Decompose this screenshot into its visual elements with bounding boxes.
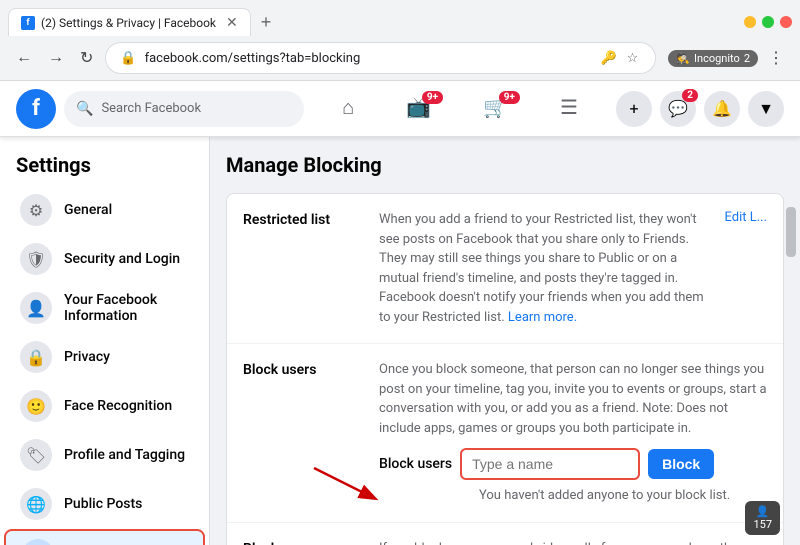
- facebook-info-icon: 👤: [20, 292, 52, 324]
- active-tab[interactable]: f (2) Settings & Privacy | Facebook ✕: [8, 8, 251, 36]
- settings-sidebar: Settings ⚙ General 🛡 Security and Login …: [0, 137, 210, 545]
- search-box[interactable]: 🔍 Search Facebook: [64, 91, 304, 127]
- window-minimize-button[interactable]: [744, 16, 756, 28]
- sidebar-label-facebook-info: Your Facebook Information: [64, 292, 189, 324]
- nav-center: ⌂ 📺 9+ 🛒 9+ ☰: [312, 87, 608, 131]
- sidebar-label-general: General: [64, 202, 112, 218]
- floating-badge: 👤 157: [745, 501, 780, 535]
- security-icon: 🛡: [20, 243, 52, 275]
- notifications-button[interactable]: 🔔: [704, 91, 740, 127]
- sidebar-item-face-recognition[interactable]: 🙂 Face Recognition: [4, 382, 205, 430]
- nav-marketplace[interactable]: 🛒 9+: [459, 87, 532, 131]
- profile-tagging-icon: 🏷: [20, 439, 52, 471]
- facebook-navbar: f 🔍 Search Facebook ⌂ 📺 9+ 🛒 9+ ☰ + 💬 2 …: [0, 81, 800, 137]
- key-icon: 🔑: [597, 48, 619, 69]
- incognito-label: Incognito: [694, 52, 740, 65]
- window-close-button[interactable]: [780, 16, 792, 28]
- block-messages-text: If you block messages and video calls fr…: [379, 541, 748, 545]
- facebook-logo[interactable]: f: [16, 89, 56, 129]
- nav-right: + 💬 2 🔔 ▼: [616, 91, 784, 127]
- main-content: Manage Blocking Restricted list When you…: [210, 137, 800, 545]
- general-icon: ⚙: [20, 194, 52, 226]
- lock-icon: 🔒: [120, 51, 136, 66]
- tab-close-button[interactable]: ✕: [226, 15, 238, 31]
- url-text: facebook.com/settings?tab=blocking: [145, 51, 590, 66]
- badge-icon: 👤: [756, 505, 770, 518]
- window-maximize-button[interactable]: [762, 16, 774, 28]
- browser-menu-button[interactable]: ⋮: [764, 44, 788, 72]
- restricted-list-text: When you add a friend to your Restricted…: [379, 212, 704, 325]
- search-icon: 🔍: [76, 101, 93, 117]
- sidebar-item-general[interactable]: ⚙ General: [4, 186, 205, 234]
- restricted-list-learn-more[interactable]: Learn more.: [508, 310, 577, 325]
- blocking-card: Restricted list When you add a friend to…: [226, 193, 784, 545]
- sidebar-label-face-recognition: Face Recognition: [64, 398, 172, 414]
- main-layout: Settings ⚙ General 🛡 Security and Login …: [0, 137, 800, 545]
- sidebar-label-security: Security and Login: [64, 251, 180, 267]
- watch-badge: 9+: [422, 91, 443, 104]
- sidebar-label-public-posts: Public Posts: [64, 496, 142, 512]
- block-input-label: Block users: [379, 454, 452, 475]
- restricted-list-edit[interactable]: Edit L...: [724, 210, 767, 327]
- nav-home[interactable]: ⌂: [318, 87, 378, 131]
- reload-button[interactable]: ↻: [76, 44, 97, 72]
- sidebar-item-public-posts[interactable]: 🌐 Public Posts: [4, 480, 205, 528]
- messenger-badge: 2: [682, 89, 698, 102]
- sidebar-item-security[interactable]: 🛡 Security and Login: [4, 235, 205, 283]
- incognito-icon: 🕵: [676, 52, 690, 65]
- address-bar[interactable]: 🔒 facebook.com/settings?tab=blocking 🔑 ☆: [105, 42, 656, 74]
- block-users-section: Block users Once you block someone, that…: [227, 344, 783, 523]
- block-messages-content: If you block messages and video calls fr…: [379, 539, 767, 545]
- face-recognition-icon: 🙂: [20, 390, 52, 422]
- tab-title: (2) Settings & Privacy | Facebook: [41, 16, 216, 30]
- block-input-container: Block users Block You haven't added anyo…: [379, 448, 767, 506]
- block-messages-label: Block messages: [243, 539, 363, 545]
- red-arrow: [309, 463, 389, 513]
- search-placeholder: Search Facebook: [101, 101, 201, 116]
- nav-watch[interactable]: 📺 9+: [382, 87, 455, 131]
- page-title: Manage Blocking: [226, 153, 784, 177]
- messenger-button[interactable]: 💬 2: [660, 91, 696, 127]
- sidebar-item-blocking[interactable]: 🚫 Blocking: [4, 529, 205, 545]
- new-tab-button[interactable]: +: [255, 12, 278, 33]
- scrollbar-thumb[interactable]: [786, 207, 796, 257]
- restricted-list-content: When you add a friend to your Restricted…: [379, 210, 708, 327]
- sidebar-item-your-facebook-info[interactable]: 👤 Your Facebook Information: [4, 284, 205, 332]
- block-users-content: Once you block someone, that person can …: [379, 360, 767, 506]
- sidebar-label-privacy: Privacy: [64, 349, 110, 365]
- tab-favicon: f: [21, 16, 35, 30]
- incognito-count: 2: [744, 52, 750, 65]
- account-menu-button[interactable]: ▼: [748, 91, 784, 127]
- create-button[interactable]: +: [616, 91, 652, 127]
- block-users-description: Once you block someone, that person can …: [379, 360, 767, 438]
- block-button[interactable]: Block: [648, 449, 714, 479]
- privacy-icon: 🔒: [20, 341, 52, 373]
- sidebar-item-profile-tagging[interactable]: 🏷 Profile and Tagging: [4, 431, 205, 479]
- back-button[interactable]: ←: [12, 45, 36, 71]
- incognito-badge[interactable]: 🕵 Incognito 2: [668, 50, 758, 67]
- star-icon[interactable]: ☆: [624, 48, 642, 69]
- marketplace-badge: 9+: [499, 91, 520, 104]
- sidebar-item-privacy[interactable]: 🔒 Privacy: [4, 333, 205, 381]
- nav-menu[interactable]: ☰: [536, 87, 602, 131]
- restricted-list-section: Restricted list When you add a friend to…: [227, 194, 783, 344]
- block-users-input[interactable]: [460, 448, 640, 480]
- block-empty-message: You haven't added anyone to your block l…: [479, 486, 767, 506]
- badge-count: 157: [753, 518, 772, 531]
- sidebar-label-profile-tagging: Profile and Tagging: [64, 447, 185, 463]
- block-input-row: Block users Block: [379, 448, 767, 480]
- forward-button[interactable]: →: [44, 45, 68, 71]
- blocking-icon: 🚫: [22, 539, 54, 545]
- sidebar-title: Settings: [0, 137, 209, 185]
- restricted-list-label: Restricted list: [243, 210, 363, 327]
- block-messages-section: Block messages If you block messages and…: [227, 523, 783, 545]
- scrollbar-track[interactable]: [784, 197, 798, 397]
- public-posts-icon: 🌐: [20, 488, 52, 520]
